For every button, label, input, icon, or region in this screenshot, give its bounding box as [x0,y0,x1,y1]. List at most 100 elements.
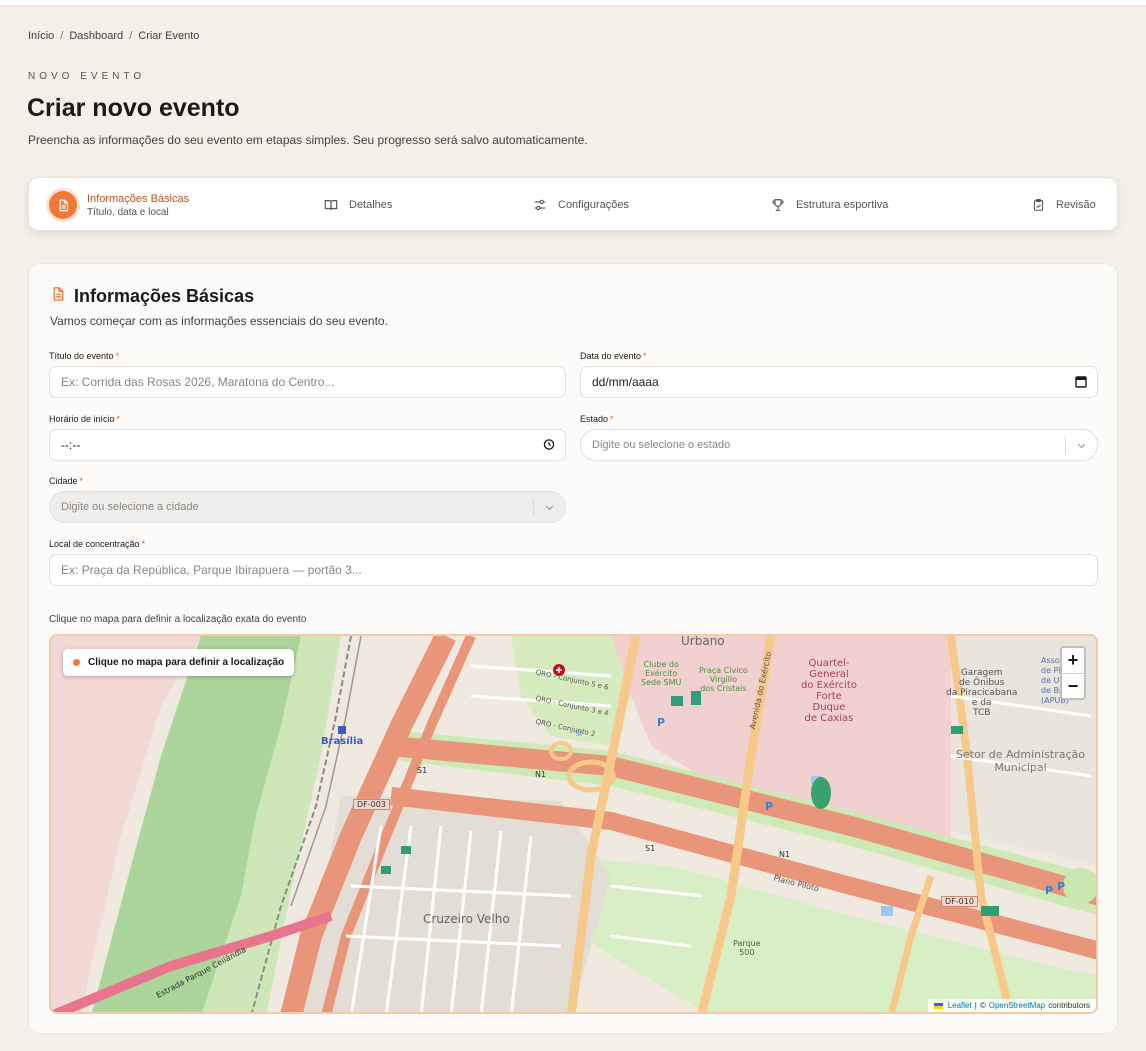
attribution-copyright: © [979,1001,986,1010]
event-title-label-text: Título do evento [49,351,114,361]
state-label: Estado * [580,414,614,424]
map-label-line: General [809,669,849,680]
map-label-line: de Caxias [804,713,854,724]
map-label-quartel: Quartel- General do Exército Forte Duque de C… [801,658,857,724]
required-mark: * [79,476,84,486]
breadcrumb: Início / Dashboard / Criar Evento [28,30,199,42]
map-label-line: Parque [733,939,761,948]
step-basic-info[interactable]: Informações Básicas Título, data e local [49,178,189,232]
map-label-line: Sede SMU [641,678,682,687]
event-date-label: Data do evento * [580,351,647,361]
parking-icon: P [765,800,774,813]
venue-label: Local de concentração * [49,539,145,549]
state-select[interactable]: Digite ou selecione o estado [580,429,1098,461]
chevron-down-icon[interactable] [1076,440,1087,454]
map-label-parque: Parque 500 [733,939,761,957]
map-label-line: Clube do [643,660,679,669]
trophy-icon [770,197,786,213]
step-basic-info-description: Título, data e local [87,206,169,218]
required-mark: * [116,414,121,424]
map-label-praca: Praça Cívico Virgílio dos Cristais [699,666,748,693]
map-label-line: Praça Cívico [699,666,748,675]
select-divider [533,499,534,516]
map-label-s1: S1 [645,844,656,853]
map-label-line: Forte [816,691,842,702]
calendar-icon[interactable] [1075,375,1087,391]
map-label-line: de Ônibus [958,678,1005,688]
osm-link[interactable]: OpenStreetMap [989,1001,1045,1010]
map-label-clube: Clube do Exército Sede SMU [641,660,681,687]
stepper: Informações Básicas Título, data e local… [28,177,1118,231]
start-time-label-text: Horário de início [49,414,115,424]
map-label-line: e da [971,698,992,708]
breadcrumb-current: Criar Evento [138,30,200,42]
basic-info-card: Informações Básicas Vamos começar com as… [28,263,1118,1034]
step-details[interactable]: Detalhes [323,178,392,232]
sliders-icon [532,197,548,213]
map-label-line: da Piracicabana [946,688,1018,698]
map-label-s1: S1 [417,766,428,775]
state-label-text: Estado [580,414,609,424]
required-mark: * [643,351,647,361]
city-label: Cidade * [49,476,83,486]
zoom-out-button[interactable]: − [1062,673,1084,698]
step-sports-structure[interactable]: Estrutura esportiva [770,178,888,232]
event-title-label: Título do evento * [49,351,119,361]
document-icon [51,286,66,307]
map-attribution: Leaflet | © OpenStreetMap contributors [927,999,1096,1012]
map-label-df010: DF-010 [941,896,978,907]
map-label-cruzeiro: Cruzeiro Velho [423,912,510,926]
step-review[interactable]: Revisão [1030,178,1096,232]
breadcrumb-home[interactable]: Início [28,30,54,42]
clock-icon[interactable] [543,438,555,454]
location-map[interactable]: Urbano Brasília DF-003 DF-010 Quartel- Ge… [49,634,1098,1014]
status-dot-icon [73,659,80,666]
map-label-line: Municipal [994,761,1047,774]
map-label-setor: Setor de Administração Municipal [956,748,1085,774]
section-title-text: Informações Básicas [74,286,255,306]
map-instruction-pill: Clique no mapa para definir a localizaçã… [63,649,295,676]
event-title-input[interactable]: Ex: Corrida das Rosas 2026, Maratona do … [49,366,566,398]
required-mark: * [610,414,614,424]
step-settings-label: Configurações [558,199,629,211]
step-basic-info-title: Informações Básicas [87,192,190,205]
map-label-line: Duque [812,702,846,713]
breadcrumb-separator: / [129,30,133,42]
book-icon [323,197,339,213]
map-label-n1: N1 [779,850,791,859]
start-time-value: --:-- [61,438,81,452]
breadcrumb-dashboard[interactable]: Dashboard [69,30,123,42]
venue-label-text: Local de concentração [49,539,140,549]
map-label-line: Virgílio [709,675,738,684]
zoom-in-button[interactable]: + [1062,648,1084,673]
city-select[interactable]: Digite ou selecione a cidade [49,491,566,523]
required-mark: * [115,351,120,361]
attribution-separator: | [974,1001,977,1010]
step-details-label: Detalhes [349,199,393,211]
page-subtitle: Preencha as informações do seu evento em… [28,133,588,147]
step-settings[interactable]: Configurações [532,178,629,232]
breadcrumb-separator: / [60,30,64,42]
zoom-control: + − [1060,646,1086,700]
attribution-contributors: contributors [1048,1001,1090,1010]
map-instruction-text: Clique no mapa para definir a localizaçã… [88,657,285,668]
event-date-label-text: Data do evento [580,351,642,361]
clipboard-check-icon [1030,197,1046,213]
top-bar [0,0,1146,6]
map-label-urbano: Urbano [681,634,725,648]
section-title: Informações Básicas [51,286,254,307]
start-time-input[interactable]: --:-- [49,429,566,461]
map-tiles[interactable] [51,636,1098,1014]
leaflet-link[interactable]: Leaflet [948,1001,972,1010]
event-date-input[interactable]: dd/mm/aaaa [580,366,1098,398]
event-date-value: dd/mm/aaaa [592,375,659,389]
chevron-down-icon[interactable] [544,502,555,516]
event-title-placeholder: Ex: Corrida das Rosas 2026, Maratona do … [61,375,335,389]
ukraine-flag-icon [933,1002,943,1009]
city-placeholder: Digite ou selecione a cidade [61,501,199,513]
parking-icon: P [657,716,666,729]
map-label-line: 500 [739,948,755,957]
venue-input[interactable]: Ex: Praça da República, Parque Ibirapuer… [49,554,1098,586]
map-label-garagem: Garagem de Ônibus da Piracicabana e da TCB [946,668,1017,718]
select-divider [1065,437,1066,454]
